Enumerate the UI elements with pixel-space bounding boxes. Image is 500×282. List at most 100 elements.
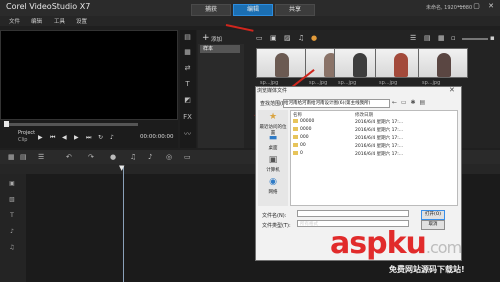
timecode: 00:00:00:00 [140,134,174,140]
graphics-icon[interactable]: ◩ [183,96,192,104]
folder-item-sample[interactable]: 样本 [200,45,240,53]
title-track-icon[interactable]: T [8,212,16,219]
place-network[interactable]: 网络 [258,189,288,195]
network-icon[interactable]: ◉ [267,178,279,187]
storyboard-view-icon[interactable]: ▦ [8,153,15,161]
zoom-in-icon[interactable]: ▪ [490,34,495,42]
menu-tools[interactable]: 工具 [54,17,65,25]
watermark-logo: aspku.com [330,226,462,261]
app-title: Corel VideoStudio X7 [6,2,91,11]
recent-places-icon[interactable]: ★ [267,113,279,122]
file-date: 2016/6/4 星期六 17:... [355,120,404,125]
computer-icon[interactable]: ▣ [267,156,279,165]
filetype-label: 文件类型(T): [262,223,291,229]
redo-icon[interactable]: ↷ [88,153,94,161]
media-thumbnail[interactable] [256,48,306,78]
thumbnail-size-slider[interactable] [462,38,488,40]
video-track-icon[interactable]: ▣ [8,180,16,187]
clip-mode-label[interactable]: Clip [18,137,27,143]
desktop-icon[interactable]: ▬ [267,134,279,143]
track-manager-icon[interactable]: ☰ [38,153,44,161]
file-date: 2016/6/4 星期六 17:... [355,136,404,141]
folder-icon [293,143,298,147]
auto-music-icon[interactable]: ♪ [148,153,152,161]
image-icon[interactable]: ▨ [284,34,291,42]
zoom-out-icon[interactable]: ▫ [451,34,456,42]
media-icon[interactable]: ▤ [183,33,192,41]
add-button[interactable]: + [202,33,210,43]
title-icon[interactable]: T [183,80,192,88]
dialog-close-icon[interactable]: ✕ [449,86,455,94]
video-icon[interactable]: ▣ [270,34,277,42]
column-name[interactable]: 名称 [293,112,302,118]
menu-edit[interactable]: 编辑 [31,17,42,25]
overlay-track-icon[interactable]: ▧ [8,196,16,203]
volume-icon[interactable]: ♪ [110,134,114,141]
repeat-icon[interactable]: ↻ [98,134,103,141]
project-mode-label[interactable]: Project [18,130,35,136]
transition-icon[interactable]: ⇄ [183,64,192,72]
filter-icon[interactable]: FX [183,113,192,121]
record-icon[interactable]: ● [110,153,116,161]
file-date: 2016/6/4 星期六 17:... [355,144,404,149]
dialog-nav-icons[interactable]: ← ▭ ✱ ▤ [392,99,426,106]
file-date: 2016/6/4 星期六 17:... [355,152,404,157]
folder-icon [293,119,298,123]
file-name: 00000 [300,119,315,124]
fx-circle-icon[interactable]: ● [311,34,317,42]
watermark-subtitle: 免费网站源码下载站! [389,265,465,274]
tab-share[interactable]: 共享 [275,4,315,16]
playhead-marker[interactable]: ▼ [119,164,124,172]
playhead-line[interactable] [123,166,124,282]
folder-icon [293,127,298,131]
next-icon[interactable]: ▶ [74,134,79,141]
menu-bar [0,16,500,26]
folder-icon [293,135,298,139]
window-controls[interactable]: — ▢ ✕ [458,2,497,10]
folder-list [198,44,244,148]
audio-icon[interactable]: ♫ [298,34,304,42]
file-name: 00 [300,143,306,148]
folder-icon [293,151,298,155]
dialog-title: 浏览媒体文件 [257,88,288,94]
preview-window [0,30,178,120]
filename-input[interactable] [297,210,409,217]
file-name: 0000 [300,127,312,132]
watermark-brand: aspku [330,226,427,261]
file-date: 2016/6/4 星期六 17:... [355,128,404,133]
filename-label: 文件名(N): [262,213,287,219]
lookin-select[interactable]: 给河南给河南给河南设计图(6)(第主线我所) [283,99,390,108]
menu-file[interactable]: 文件 [9,17,20,25]
mixer-icon[interactable]: ♫ [130,153,136,161]
play-icon[interactable]: ▶ [38,134,43,141]
add-button-label[interactable]: 添加 [211,35,222,43]
menu-settings[interactable]: 设置 [76,17,87,25]
instant-project-icon[interactable]: ▦ [183,48,192,56]
subtitle-icon[interactable]: ▭ [184,153,191,161]
tab-capture[interactable]: 捕获 [191,4,231,16]
place-computer[interactable]: 计算机 [258,167,288,173]
voice-track-icon[interactable]: ♪ [8,228,16,235]
column-date[interactable]: 修改日期 [355,112,373,118]
motion-icon[interactable]: ◎ [166,153,172,161]
music-track-icon[interactable]: ♫ [8,244,16,251]
previous-icon[interactable]: ◀ [62,134,67,141]
timeline-view-icon[interactable]: ▤ [20,153,27,161]
folder-icon[interactable]: ▭ [256,34,263,42]
home-icon[interactable]: ⏮ [50,134,55,142]
scrub-bar[interactable] [8,123,138,126]
open-button[interactable]: 打开(O) [421,210,445,220]
watermark-tld: .com [425,238,462,257]
scrub-handle[interactable] [4,121,9,127]
tab-edit[interactable]: 编辑 [233,4,273,16]
list-view-icon[interactable]: ▤ [424,34,431,42]
place-desktop[interactable]: 桌面 [258,145,288,151]
thumbnail-view-icon[interactable]: ▦ [438,34,445,42]
path-icon[interactable]: 〰 [183,129,192,138]
media-thumbnail[interactable] [418,48,468,78]
sort-icon[interactable]: ☰ [410,34,416,42]
file-name: 000 [300,135,309,140]
undo-icon[interactable]: ↶ [66,153,72,161]
file-name: 0 [300,151,303,156]
end-icon[interactable]: ⏭ [86,134,91,142]
